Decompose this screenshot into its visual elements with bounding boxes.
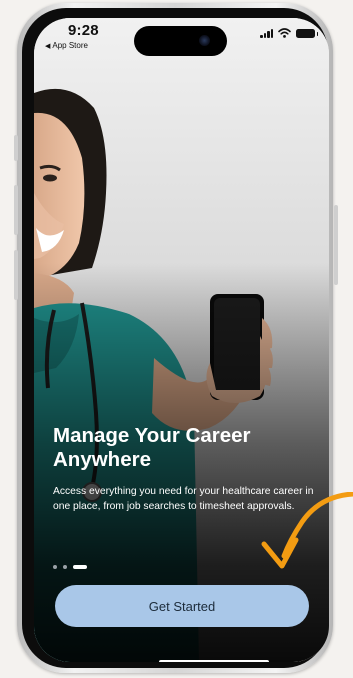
- back-to-app-store-link[interactable]: ◀ App Store: [45, 41, 88, 50]
- battery-icon: [296, 29, 318, 38]
- volume-down-button: [14, 250, 18, 300]
- status-icons: [260, 28, 318, 38]
- dynamic-island: [134, 26, 227, 56]
- cellular-signal-icon: [260, 29, 273, 38]
- camera-icon: [199, 35, 210, 46]
- curved-arrow-icon: [261, 492, 353, 569]
- status-bar: 9:28 ◀ App Store: [34, 18, 329, 58]
- wifi-icon: [278, 28, 291, 38]
- get-started-button[interactable]: Get Started: [55, 585, 309, 627]
- status-time: 9:28: [68, 22, 99, 39]
- page-indicator: [53, 565, 87, 569]
- action-button: [14, 135, 18, 161]
- home-indicator[interactable]: [159, 660, 269, 662]
- page-dot-2[interactable]: [63, 565, 67, 569]
- power-button: [334, 205, 338, 285]
- page-dot-3-active[interactable]: [73, 565, 87, 569]
- onboarding-headline: Manage Your Career Anywhere: [53, 424, 251, 471]
- page-dot-1[interactable]: [53, 565, 57, 569]
- volume-up-button: [14, 185, 18, 235]
- back-app-label: App Store: [52, 41, 88, 50]
- back-arrow-icon: ◀: [45, 43, 51, 50]
